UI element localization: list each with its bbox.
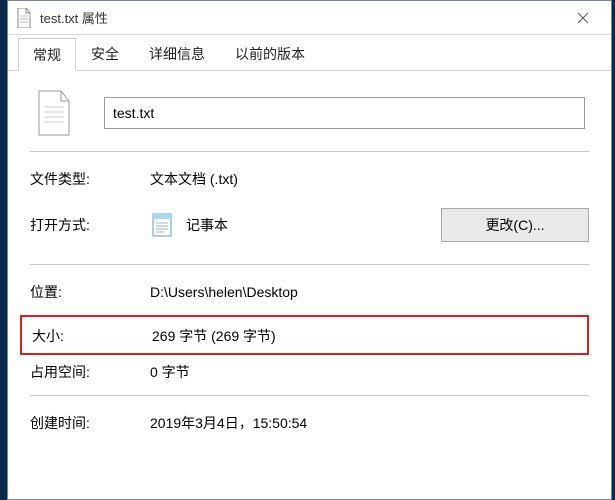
separator: [30, 264, 589, 265]
size-highlight: 大小: 269 字节 (269 字节): [20, 315, 589, 355]
size-value: 269 字节 (269 字节): [152, 326, 587, 346]
created-value: 2019年3月4日，15:50:54: [150, 413, 589, 433]
separator: [30, 395, 589, 396]
filetype-value: 文本文档 (.txt): [150, 169, 589, 189]
filetype-row: 文件类型: 文本文档 (.txt): [30, 166, 589, 192]
location-value: D:\Users\helen\Desktop: [150, 284, 589, 300]
properties-dialog: test.txt 属性 常规 安全 详细信息 以前的版本: [7, 0, 612, 500]
size-label: 大小:: [32, 326, 152, 346]
separator: [30, 151, 589, 152]
titlebar: test.txt 属性: [8, 1, 611, 35]
sizeondisk-row: 占用空间: 0 字节: [30, 359, 589, 385]
notepad-icon: [150, 212, 176, 238]
location-label: 位置:: [30, 282, 150, 302]
filename-input[interactable]: [104, 97, 585, 129]
file-type-icon: [34, 89, 74, 137]
tab-content: 文件类型: 文本文档 (.txt) 打开方式: 记事本 更改(C)... 位置:: [8, 71, 611, 499]
openwith-app-name: 记事本: [186, 215, 228, 235]
filename-row: [30, 89, 589, 137]
close-button[interactable]: [563, 4, 603, 32]
filetype-label: 文件类型:: [30, 169, 150, 189]
sizeondisk-value: 0 字节: [150, 362, 589, 382]
window-title: test.txt 属性: [40, 8, 563, 27]
sizeondisk-label: 占用空间:: [30, 362, 150, 382]
tab-strip: 常规 安全 详细信息 以前的版本: [8, 35, 611, 71]
close-icon: [577, 12, 589, 24]
change-button[interactable]: 更改(C)...: [441, 208, 589, 242]
location-row: 位置: D:\Users\helen\Desktop: [30, 279, 589, 305]
openwith-label: 打开方式:: [30, 215, 150, 235]
tab-details[interactable]: 详细信息: [134, 37, 220, 70]
file-icon: [16, 8, 32, 28]
tab-security[interactable]: 安全: [76, 37, 134, 70]
created-label: 创建时间:: [30, 413, 150, 433]
tab-previous-versions[interactable]: 以前的版本: [220, 37, 320, 70]
size-row: 大小: 269 字节 (269 字节): [22, 323, 587, 349]
tab-general[interactable]: 常规: [18, 38, 76, 71]
openwith-row: 打开方式: 记事本 更改(C)...: [30, 202, 589, 254]
created-row: 创建时间: 2019年3月4日，15:50:54: [30, 410, 589, 436]
